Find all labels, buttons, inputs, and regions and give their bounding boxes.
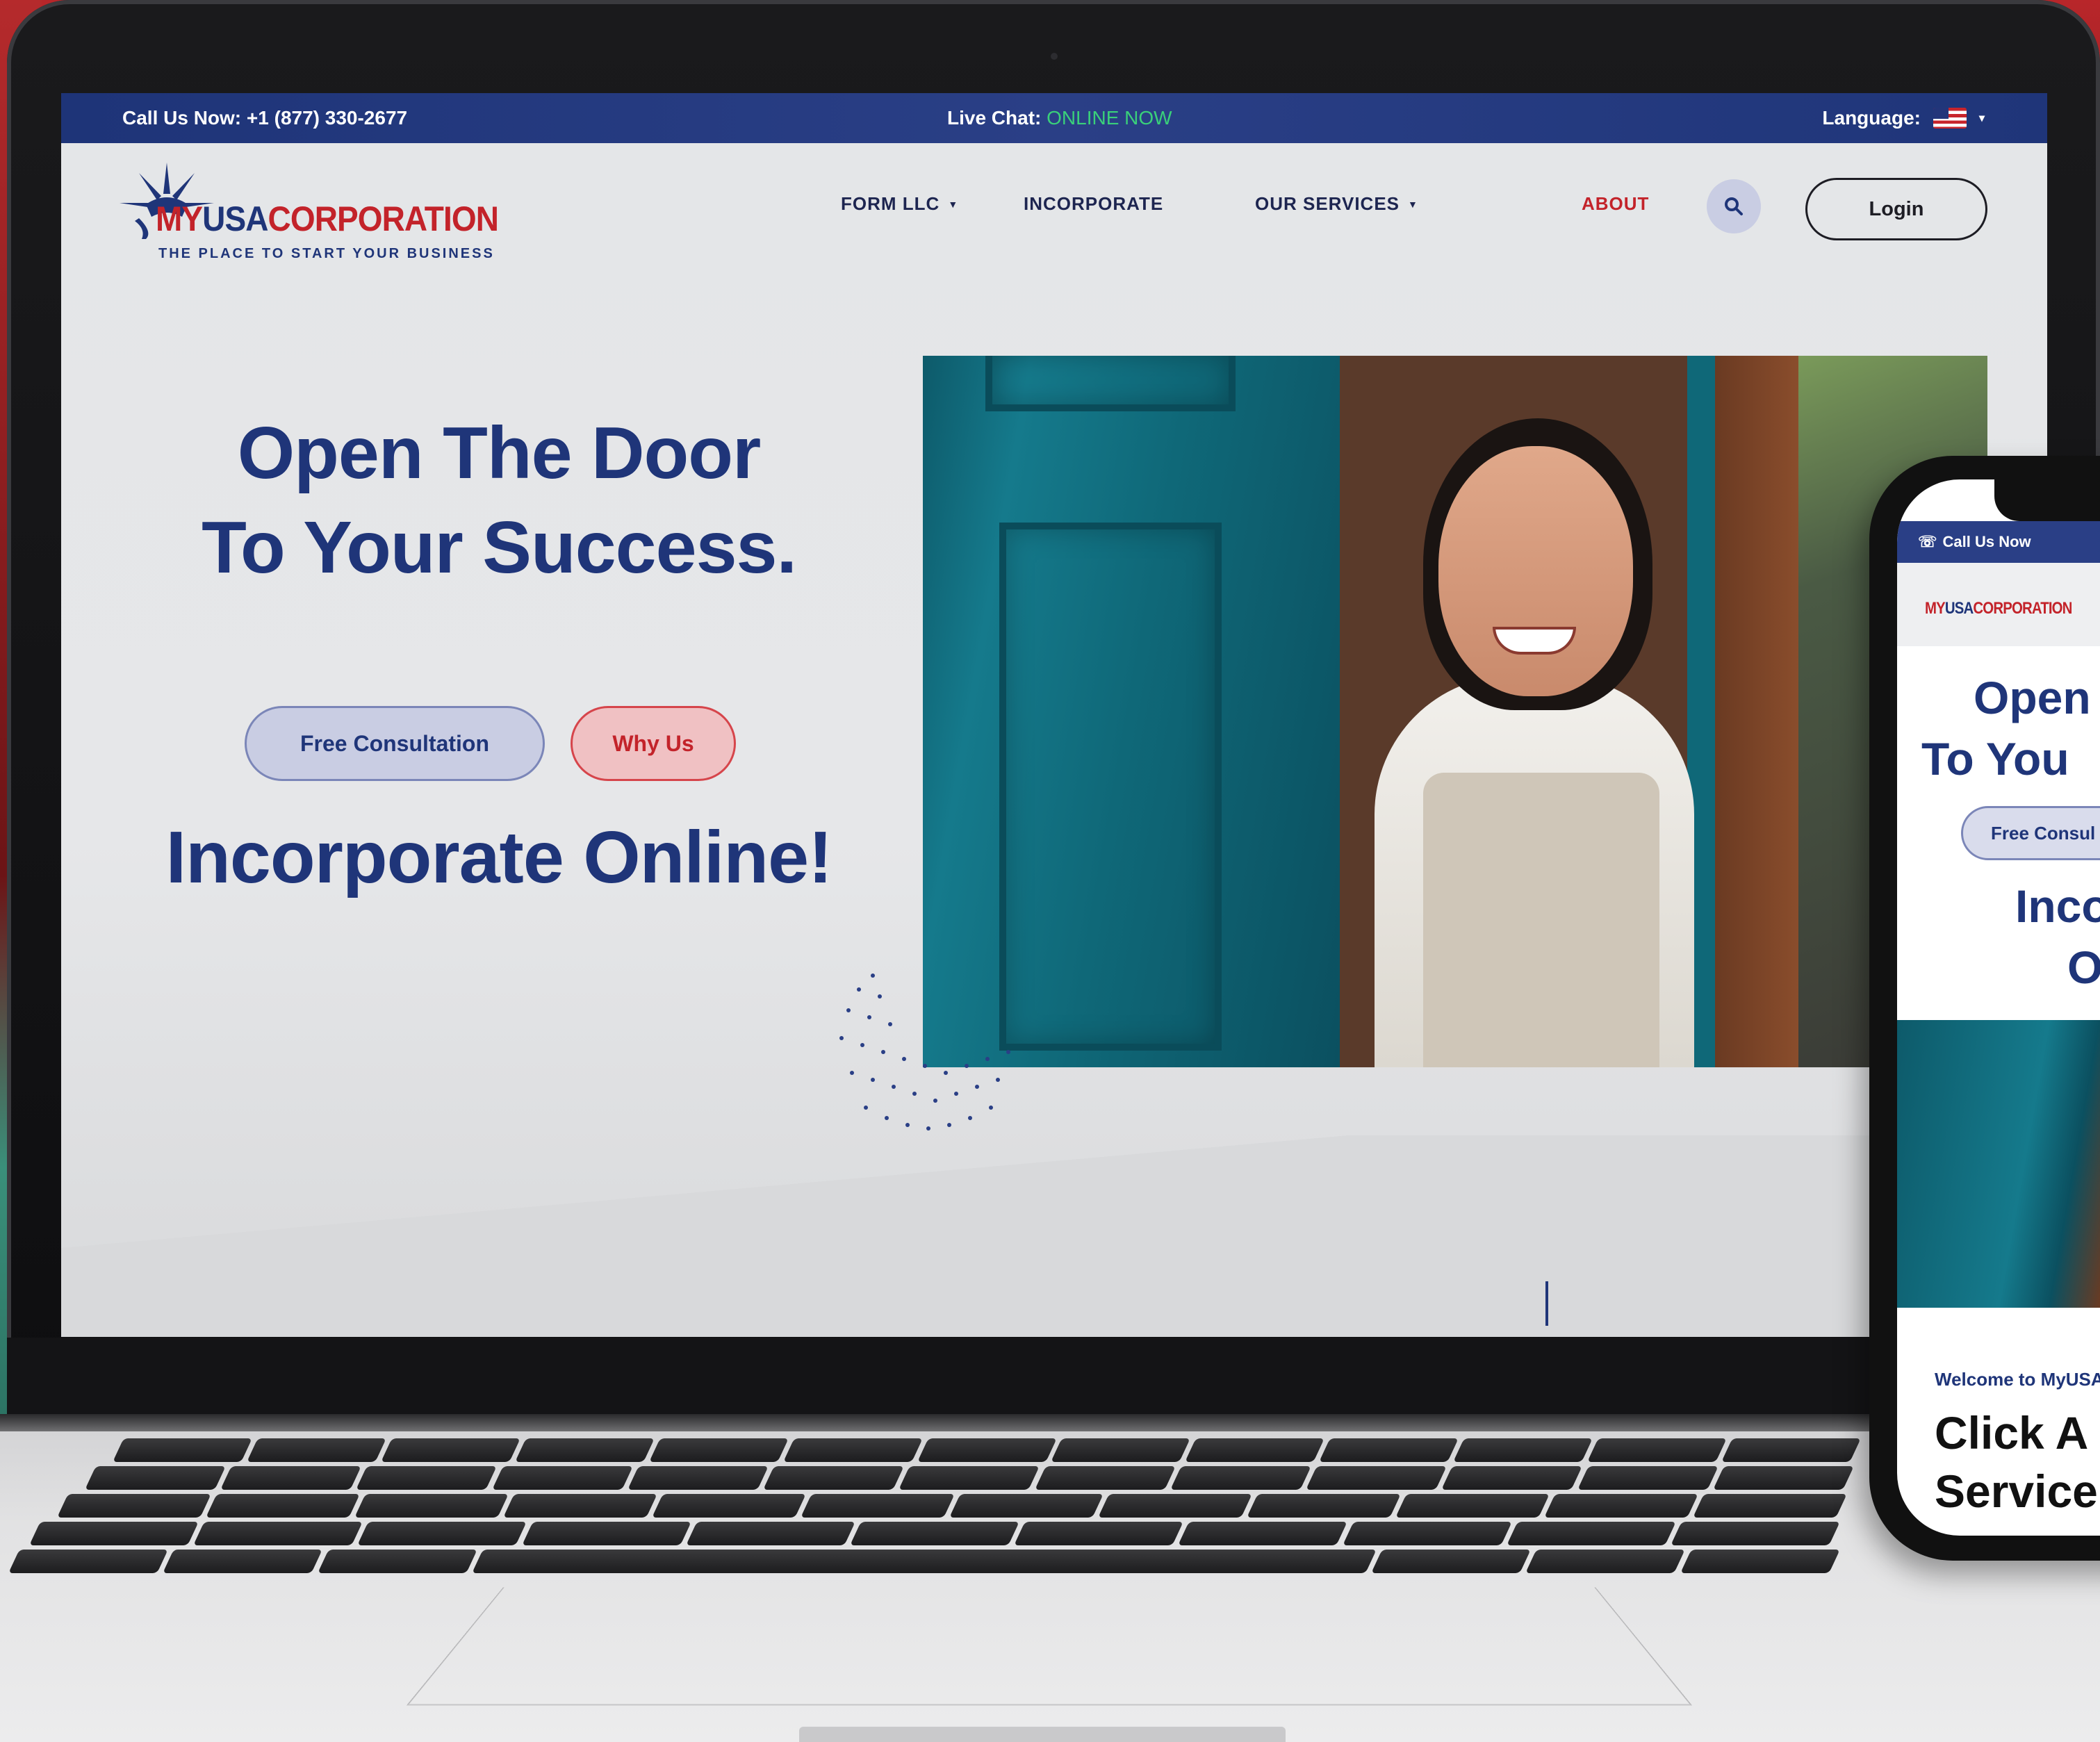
phone-headline-line2: To You	[1921, 733, 2069, 784]
logo-tagline: THE PLACE TO START YOUR BUSINESS	[158, 246, 495, 261]
phone-logo[interactable]: MYUSACORPORATION	[1925, 599, 2072, 618]
laptop-keyboard	[8, 1431, 1890, 1573]
logo-my: MY	[156, 199, 203, 238]
phone-logo-my: MY	[1925, 599, 1946, 618]
us-flag-icon	[1933, 108, 1967, 129]
scroll-indicator	[1545, 1281, 1548, 1326]
free-consultation-button[interactable]: Free Consultation	[245, 706, 545, 781]
door-frame	[1715, 356, 1798, 1067]
search-icon	[1725, 197, 1743, 215]
hero-headline-line2: To Your Success.	[202, 507, 797, 589]
site-logo[interactable]: MYUSACORPORATION THE PLACE TO START YOUR…	[118, 163, 499, 267]
laptop-camera	[1051, 53, 1058, 60]
nav-about-label: ABOUT	[1582, 193, 1650, 214]
nav-incorporate-label: INCORPORATE	[1024, 193, 1164, 214]
phone-section-heading: Click A Service	[1935, 1404, 2098, 1520]
laptop-trackpad	[406, 1587, 1693, 1706]
person-face	[1438, 446, 1633, 696]
login-button[interactable]: Login	[1805, 178, 1987, 240]
live-chat-link[interactable]: Live Chat: ONLINE NOW	[947, 107, 1172, 129]
why-us-button[interactable]: Why Us	[571, 706, 736, 781]
hero-image	[923, 356, 1987, 1067]
logo-wordmark: MYUSACORPORATION	[156, 199, 499, 239]
language-label: Language:	[1822, 107, 1921, 129]
phone-top-bar: ☏ Call Us Now	[1897, 521, 2100, 563]
phone-sub-line2: O	[2067, 942, 2100, 993]
chevron-down-icon: ▾	[1978, 113, 1985, 124]
nav-our-services-label: OUR SERVICES	[1255, 193, 1400, 214]
keyboard-row	[57, 1494, 1847, 1518]
laptop-screen: Call Us Now: +1 (877) 330-2677 Live Chat…	[61, 93, 2047, 1337]
top-info-bar: Call Us Now: +1 (877) 330-2677 Live Chat…	[61, 93, 2047, 143]
laptop-foot	[799, 1727, 1286, 1742]
phone-hero-subheadline: Inco O	[2015, 876, 2100, 998]
nav-about[interactable]: ABOUT	[1582, 193, 1649, 215]
phone-screen: ☏ Call Us Now MYUSACORPORATION Open To Y…	[1897, 479, 2100, 1536]
live-chat-status: ONLINE NOW	[1047, 107, 1172, 129]
phone-section-line2: Service	[1935, 1465, 2098, 1517]
keyboard-row	[113, 1438, 1861, 1462]
phone-hero-image	[1897, 1020, 2100, 1308]
caret-down-icon: ▼	[1408, 198, 1418, 210]
nav-form-llc[interactable]: FORM LLC ▼	[841, 193, 958, 215]
phone-call-link[interactable]: Call Us Now	[1943, 533, 2031, 551]
device-mockup-scene: Call Us Now: +1 (877) 330-2677 Live Chat…	[0, 0, 2100, 1742]
keyboard-row	[85, 1466, 1854, 1490]
phone-logo-corporation: CORPORATION	[1973, 599, 2072, 618]
search-button[interactable]	[1707, 179, 1761, 233]
phone-logo-usa: USA	[1944, 599, 1974, 618]
phone-header: MYUSACORPORATION	[1897, 563, 2100, 646]
logo-usa: USA	[202, 199, 268, 238]
nav-incorporate[interactable]: INCORPORATE	[1024, 193, 1163, 215]
laptop-bezel-bottom	[7, 1338, 2100, 1414]
section-divider	[61, 1135, 2047, 1337]
nav-our-services[interactable]: OUR SERVICES ▼	[1255, 193, 1418, 215]
phone-sub-line1: Inco	[2015, 880, 2100, 932]
nav-form-llc-label: FORM LLC	[841, 193, 940, 214]
phone-welcome-text: Welcome to MyUSA	[1935, 1369, 2100, 1390]
door-panel-top	[985, 356, 1236, 411]
phone-section-line1: Click A	[1935, 1407, 2089, 1458]
person-apron	[1423, 773, 1659, 1067]
call-us-link[interactable]: Call Us Now: +1 (877) 330-2677	[122, 107, 407, 129]
hero-subheadline: Incorporate Online!	[165, 816, 833, 898]
phone-call-icon: ☏	[1918, 533, 1937, 550]
phone-headline-line1: Open	[1974, 672, 2091, 723]
language-selector[interactable]: Language: ▾	[1822, 107, 1985, 129]
logo-corporation: CORPORATION	[268, 199, 499, 238]
live-chat-label: Live Chat:	[947, 107, 1042, 129]
decorative-dots	[839, 973, 1010, 1131]
keyboard-row	[29, 1522, 1840, 1545]
site-header: MYUSACORPORATION THE PLACE TO START YOUR…	[61, 143, 2047, 282]
caret-down-icon: ▼	[948, 198, 959, 210]
phone-hero-headline: Open To You	[1921, 667, 2091, 789]
hero-headline: Open The Door To Your Success.	[96, 406, 902, 595]
phone-notch	[1994, 479, 2100, 521]
keyboard-row	[8, 1550, 1840, 1573]
hero-headline-line1: Open The Door	[237, 412, 762, 494]
phone-free-consultation-button[interactable]: Free Consul	[1961, 806, 2100, 860]
